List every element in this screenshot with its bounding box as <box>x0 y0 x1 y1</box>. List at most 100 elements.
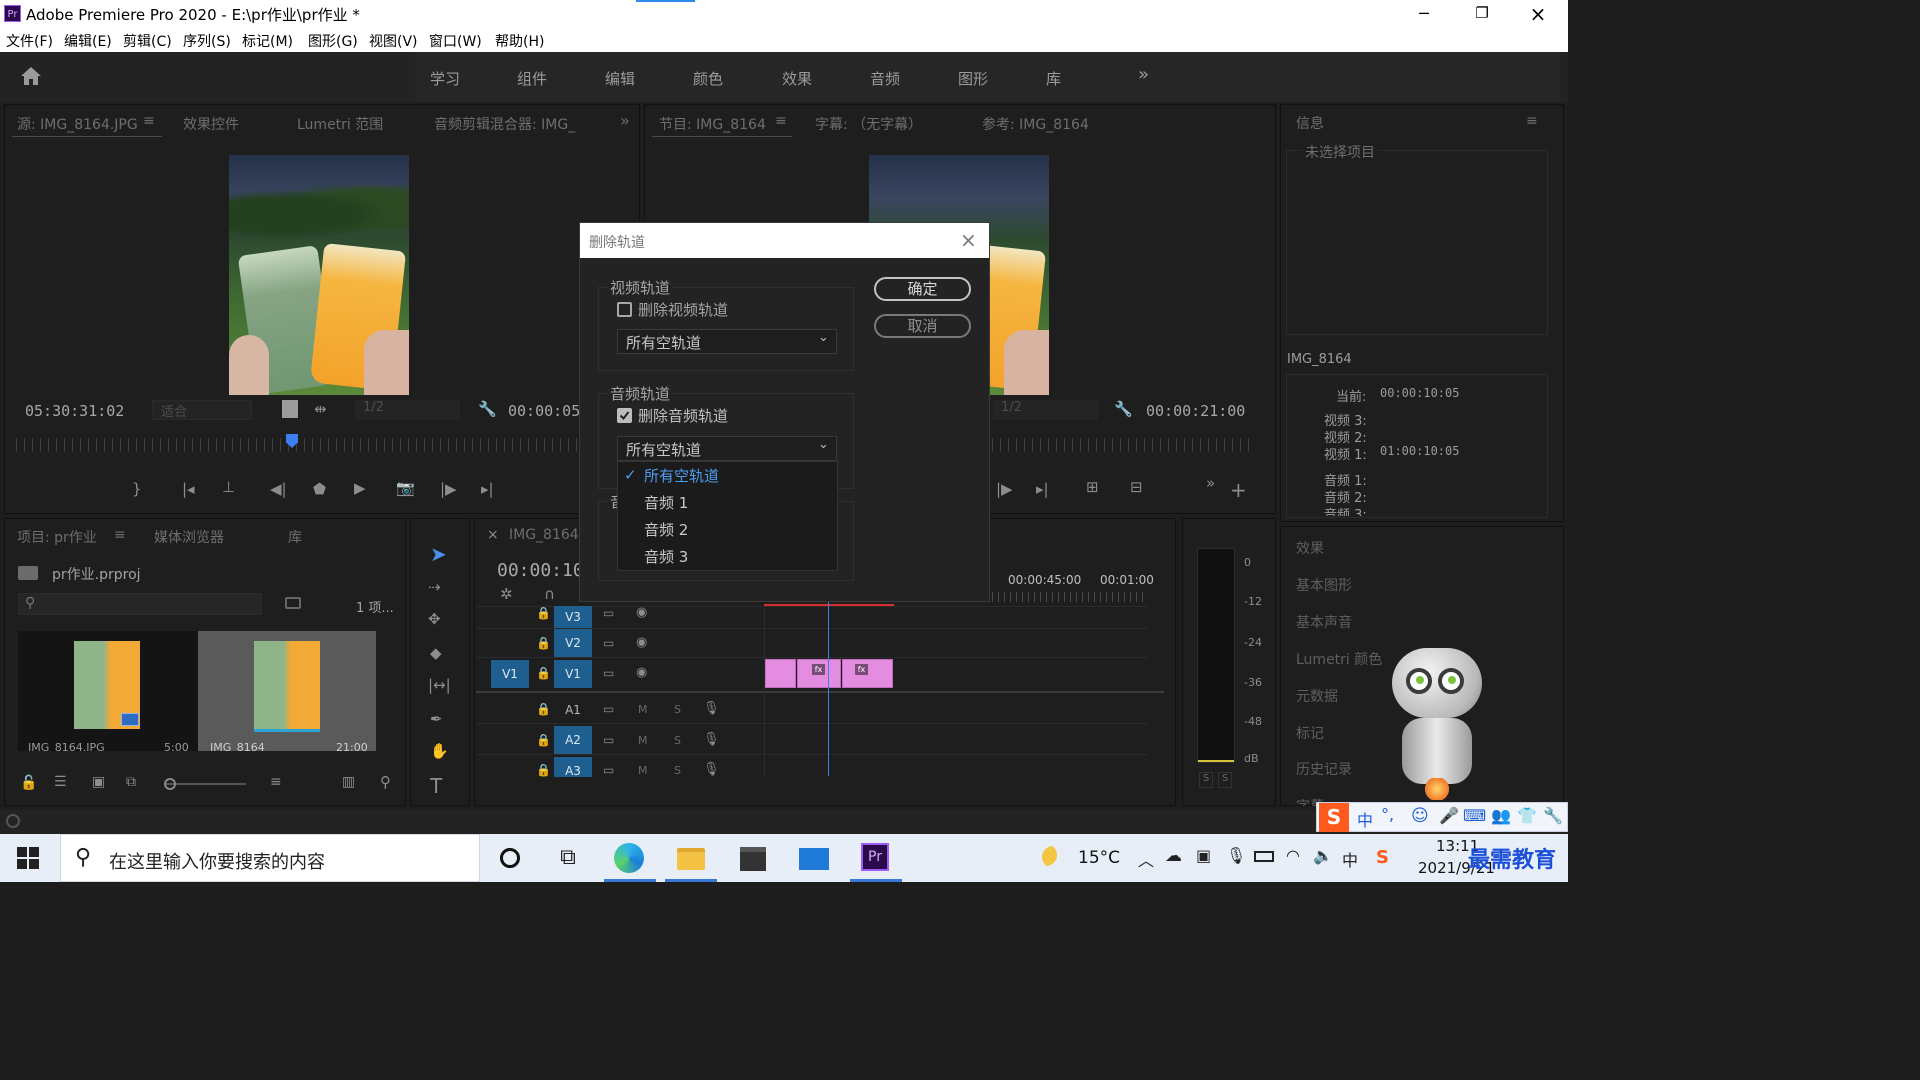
sync-lock-icon[interactable]: ▭ <box>603 763 614 777</box>
file-explorer-icon[interactable] <box>677 843 707 873</box>
punctuation-icon[interactable]: °, <box>1381 805 1394 824</box>
extract-icon[interactable]: ⊟ <box>1130 478 1143 496</box>
project-item[interactable]: IMG_8164.JPG 5:00 <box>18 631 198 751</box>
go-to-out-icon[interactable]: ▸| <box>481 480 494 498</box>
store-icon[interactable] <box>738 843 768 873</box>
new-bin-icon[interactable] <box>285 597 301 609</box>
delete-audio-checkbox[interactable] <box>617 408 632 423</box>
source-zoom-select[interactable]: 适合 <box>152 400 252 420</box>
side-lumetri-color[interactable]: Lumetri 颜色 <box>1296 649 1382 669</box>
premiere-taskbar-icon[interactable]: Pr <box>861 843 891 873</box>
tab-media-browser[interactable]: 媒体浏览器 <box>154 527 224 547</box>
voice-icon[interactable]: 🎤 <box>1439 806 1459 825</box>
source-settings-icon[interactable] <box>282 400 298 418</box>
mark-in-icon[interactable]: } <box>132 480 142 498</box>
audio-track-select[interactable]: 所有空轨道 ⌄ <box>617 436 837 461</box>
menu-graphics[interactable]: 图形(G) <box>308 31 358 51</box>
side-history[interactable]: 历史记录 <box>1296 759 1352 779</box>
track-a3[interactable]: A3 <box>554 757 592 777</box>
mic-icon[interactable]: 🎙 <box>703 701 720 716</box>
workspace-tab-color[interactable]: 颜色 <box>693 68 723 89</box>
eye-icon[interactable]: ◉ <box>636 635 647 650</box>
delete-video-label[interactable]: 删除视频轨道 <box>638 299 728 320</box>
side-essential-sound[interactable]: 基本声音 <box>1296 612 1352 632</box>
source-timecode[interactable]: 05:30:31:02 <box>25 402 124 420</box>
task-view-icon[interactable]: ⧉ <box>553 843 583 873</box>
zoom-slider-handle[interactable] <box>164 778 176 790</box>
start-button[interactable] <box>16 846 40 870</box>
dropdown-option-all-empty[interactable]: 所有空轨道 <box>644 465 719 486</box>
volume-icon[interactable]: 🔈 <box>1313 846 1333 865</box>
workspace-tab-effects[interactable]: 效果 <box>782 68 812 89</box>
side-markers[interactable]: 标记 <box>1296 723 1324 743</box>
tab-captions[interactable]: 字幕: （无字幕） <box>815 114 922 134</box>
side-effects[interactable]: 效果 <box>1296 538 1324 558</box>
program-wrench-icon[interactable]: 🔧 <box>1114 400 1133 418</box>
cancel-button[interactable]: 取消 <box>874 314 971 338</box>
close-window-button[interactable]: × <box>1526 2 1550 26</box>
dropdown-option-audio-3[interactable]: 音频 3 <box>644 546 688 567</box>
video-clip[interactable] <box>765 659 796 688</box>
razor-tool-icon[interactable]: ◆ <box>430 644 442 662</box>
list-view-icon[interactable]: ☰ <box>54 774 67 790</box>
dropdown-option-audio-1[interactable]: 音频 1 <box>644 492 688 513</box>
menu-edit[interactable]: 编辑(E) <box>64 31 112 51</box>
source-insert-icon[interactable]: ⇹ <box>314 400 327 418</box>
menu-sequence[interactable]: 序列(S) <box>183 31 231 51</box>
panel-more-icon[interactable]: » <box>620 111 630 130</box>
sync-lock-icon[interactable]: ▭ <box>603 702 614 716</box>
zoom-slider[interactable] <box>166 783 246 785</box>
lock-track-icon[interactable]: 🔒 <box>536 606 551 620</box>
workspace-tab-graphics[interactable]: 图形 <box>958 68 988 89</box>
lock-track-icon[interactable]: 🔒 <box>536 666 551 680</box>
home-icon[interactable] <box>20 66 42 86</box>
panel-menu-icon[interactable]: ≡ <box>143 113 155 129</box>
menu-clip[interactable]: 剪辑(C) <box>123 31 172 51</box>
mic-icon[interactable]: 🎙 <box>703 732 720 747</box>
onedrive-icon[interactable]: ☁ <box>1165 846 1182 866</box>
dropdown-option-audio-2[interactable]: 音频 2 <box>644 519 688 540</box>
mail-icon[interactable] <box>799 843 829 873</box>
play-icon[interactable]: ▶ <box>354 479 366 497</box>
tab-program[interactable]: 节目: IMG_8164 <box>659 114 766 134</box>
menu-help[interactable]: 帮助(H) <box>495 31 544 51</box>
program-step-forward-icon[interactable]: |▶ <box>996 480 1013 498</box>
solo-left-button[interactable]: S <box>1199 772 1213 788</box>
track-v3[interactable]: V3 <box>554 606 592 628</box>
project-search-input[interactable]: ⚲ <box>18 593 262 615</box>
ime-tray-icon[interactable]: 中 <box>1342 847 1358 871</box>
side-essential-graphics[interactable]: 基本图形 <box>1296 575 1352 595</box>
source-resolution-select[interactable]: 1/2 <box>355 400 460 420</box>
emoji-icon[interactable]: ☺ <box>1411 806 1429 826</box>
track-v1[interactable]: V1 <box>554 660 592 688</box>
lock-icon[interactable]: 🔓 <box>20 775 37 791</box>
mic-icon[interactable]: 🎙 <box>703 762 720 777</box>
program-go-to-out-icon[interactable]: ▸| <box>1036 480 1049 498</box>
delete-audio-label[interactable]: 删除音频轨道 <box>638 405 728 426</box>
tray-chevron-icon[interactable]: ︿ <box>1138 847 1154 871</box>
timeline-playhead[interactable] <box>828 600 829 776</box>
track-v2[interactable]: V2 <box>554 629 592 657</box>
menu-marker[interactable]: 标记(M) <box>242 31 293 51</box>
wrench-icon[interactable]: 🔧 <box>1543 806 1563 825</box>
sync-lock-icon[interactable]: ▭ <box>603 606 614 620</box>
minimize-button[interactable]: ─ <box>1412 4 1436 24</box>
dialog-close-button[interactable]: × <box>960 228 977 252</box>
skin-icon[interactable]: 👥 <box>1491 806 1511 825</box>
track-a2[interactable]: A2 <box>554 726 592 754</box>
side-metadata[interactable]: 元数据 <box>1296 686 1338 706</box>
type-tool-icon[interactable]: T <box>430 774 442 798</box>
sync-lock-icon[interactable]: ▭ <box>603 666 614 680</box>
battery-icon[interactable] <box>1254 851 1274 862</box>
program-menu-icon[interactable]: ≡ <box>775 113 787 129</box>
snap-icon[interactable]: ✲ <box>500 585 513 603</box>
lock-track-icon[interactable]: 🔒 <box>536 763 551 777</box>
workspace-more-button[interactable]: » <box>1138 64 1149 85</box>
solo-button[interactable]: S <box>674 703 681 716</box>
workspace-tab-assembly[interactable]: 组件 <box>517 68 547 89</box>
slip-tool-icon[interactable]: |↔| <box>428 676 451 694</box>
workspace-tab-audio[interactable]: 音频 <box>870 68 900 89</box>
tab-audio-clip-mixer[interactable]: 音频剪辑混合器: IMG_ <box>434 114 575 134</box>
delete-video-checkbox[interactable] <box>617 302 632 317</box>
eye-icon[interactable]: ◉ <box>636 665 647 680</box>
